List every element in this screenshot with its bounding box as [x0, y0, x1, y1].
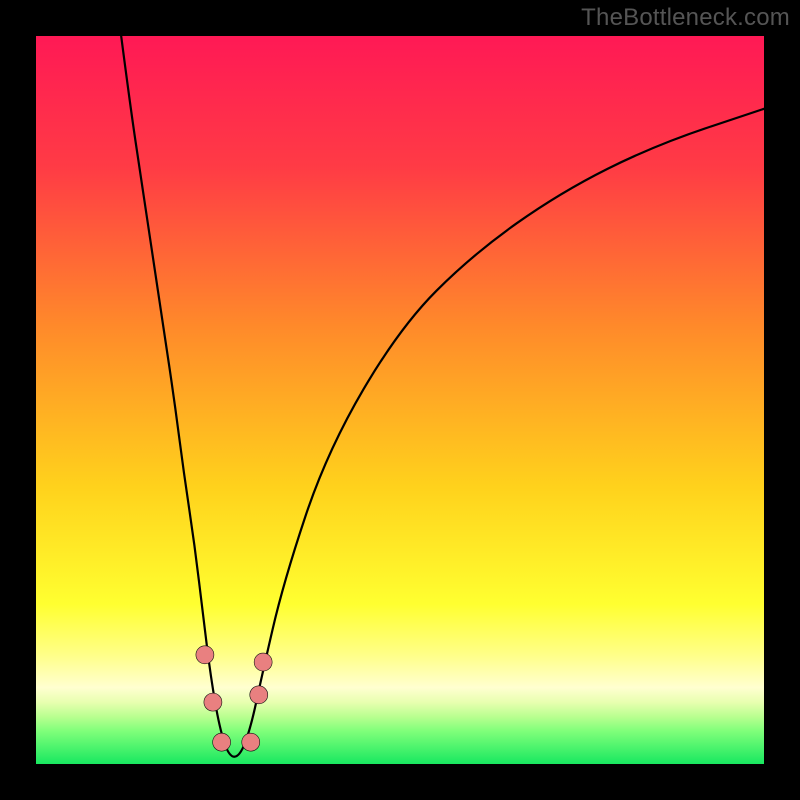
plot-background: [36, 36, 764, 764]
curve-marker: [213, 733, 231, 751]
curve-marker: [204, 693, 222, 711]
curve-marker: [250, 686, 268, 704]
curve-marker: [196, 646, 214, 664]
curve-marker: [254, 653, 272, 671]
bottleneck-chart: [0, 0, 800, 800]
chart-frame: { "watermark": "TheBottleneck.com", "cha…: [0, 0, 800, 800]
curve-marker: [242, 733, 260, 751]
watermark-text: TheBottleneck.com: [581, 4, 790, 32]
